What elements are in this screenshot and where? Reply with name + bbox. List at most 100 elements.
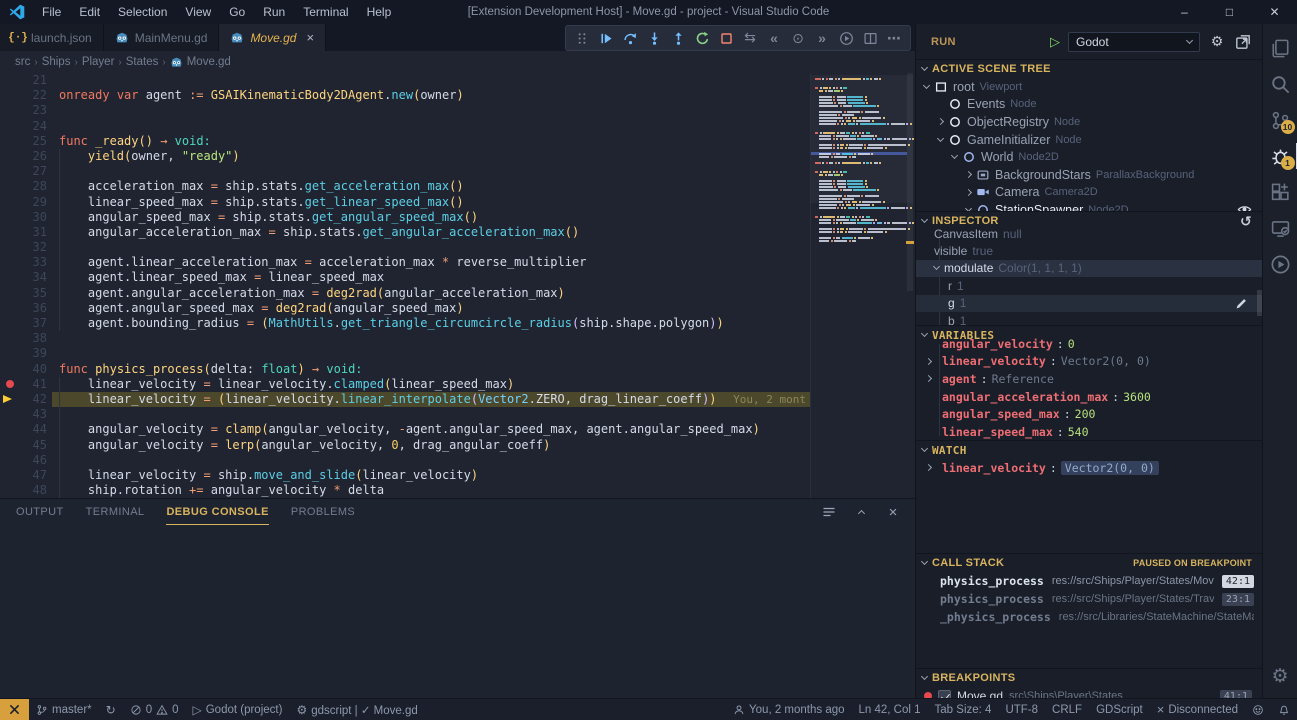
line-number[interactable]: 31: [0, 225, 47, 240]
code-line-21[interactable]: 21: [0, 73, 915, 88]
status-encoding[interactable]: UTF-8: [998, 699, 1045, 720]
breadcrumb-item[interactable]: Move.gd: [187, 56, 231, 68]
inspector-row-visible[interactable]: visibletrue: [916, 242, 1262, 259]
watch-linear_velocity[interactable]: linear_velocity:Vector2(0, 0): [916, 459, 1262, 477]
status-notifications[interactable]: [1271, 699, 1297, 720]
record-icon[interactable]: ⊙: [786, 27, 810, 49]
code-line-23[interactable]: 23: [0, 103, 915, 118]
chevron-down-icon[interactable]: [923, 82, 930, 89]
line-number[interactable]: 26: [0, 149, 47, 164]
code-line-26[interactable]: 26yield(owner, "ready"): [0, 149, 915, 164]
status-eol[interactable]: CRLF: [1045, 699, 1089, 720]
chevron-right-icon[interactable]: [926, 359, 938, 364]
stop-icon[interactable]: [714, 27, 738, 49]
pencil-icon[interactable]: [1235, 297, 1248, 313]
status-git-branch[interactable]: master*: [29, 699, 99, 720]
menu-help[interactable]: Help: [358, 0, 401, 24]
line-number[interactable]: 29: [0, 195, 47, 210]
activity-remote[interactable]: [1263, 210, 1297, 246]
scene-node-root[interactable]: rootViewport: [916, 78, 1262, 96]
code-line-46[interactable]: 46: [0, 453, 915, 468]
split-editor-icon[interactable]: [858, 27, 882, 49]
step-out-icon[interactable]: [666, 27, 690, 49]
line-number[interactable]: 33: [0, 255, 47, 270]
variable-agent[interactable]: agent:Reference: [916, 370, 1262, 388]
menu-terminal[interactable]: Terminal: [294, 0, 357, 24]
line-number[interactable]: 34: [0, 270, 47, 285]
inspector-row-r[interactable]: r1: [916, 277, 1262, 294]
chevron-down-icon[interactable]: [933, 263, 940, 270]
status-git-blame[interactable]: You, 2 months ago: [726, 699, 851, 720]
inspector-row-b[interactable]: b1: [916, 312, 1262, 325]
line-number[interactable]: 28: [0, 179, 47, 194]
variable-angular_velocity[interactable]: angular_velocity:0: [916, 335, 1262, 353]
editor-scrollbar[interactable]: [905, 73, 915, 498]
line-number[interactable]: 43: [0, 407, 47, 422]
line-number[interactable]: 27: [0, 164, 47, 179]
line-number[interactable]: 37: [0, 316, 47, 331]
scene-node-gameinitializer[interactable]: GameInitializerNode: [916, 131, 1262, 149]
chevron-down-icon[interactable]: [951, 152, 958, 159]
code-line-48[interactable]: 48ship.rotation += angular_velocity * de…: [0, 483, 915, 498]
variable-linear_velocity[interactable]: linear_velocity:Vector2(0, 0): [916, 353, 1262, 371]
code-line-28[interactable]: 28acceleration_max = ship.stats.get_acce…: [0, 179, 915, 194]
activity-play-circle[interactable]: [1263, 246, 1297, 282]
code-line-34[interactable]: 34agent.linear_speed_max = linear_speed_…: [0, 270, 915, 285]
step-over-icon[interactable]: [618, 27, 642, 49]
line-number[interactable]: 38: [0, 331, 47, 346]
line-number[interactable]: 46: [0, 453, 47, 468]
chevron-right-icon[interactable]: [937, 118, 944, 125]
continue-icon[interactable]: [594, 27, 618, 49]
activity-files[interactable]: [1263, 30, 1297, 66]
activity-search[interactable]: [1263, 66, 1297, 102]
variable-linear_speed_max[interactable]: linear_speed_max:540: [916, 423, 1262, 440]
close-panel-icon[interactable]: ×: [885, 504, 901, 520]
code-line-39[interactable]: 39: [0, 346, 915, 361]
menu-edit[interactable]: Edit: [70, 0, 109, 24]
eye-icon[interactable]: [1237, 202, 1252, 211]
code-line-40[interactable]: 40func physics_process(delta: float) → v…: [0, 362, 915, 377]
inspector-row-modulate[interactable]: modulateColor(1, 1, 1, 1): [916, 260, 1262, 277]
close-icon[interactable]: ✕: [1252, 0, 1297, 24]
more-icon[interactable]: ⋯: [882, 27, 906, 49]
line-number[interactable]: 35: [0, 286, 47, 301]
breadcrumb-item[interactable]: States: [126, 56, 159, 68]
breadcrumb[interactable]: src›Ships›Player›States›Move.gd: [0, 51, 915, 73]
breakpoints-header[interactable]: BREAKPOINTS: [916, 669, 1262, 687]
status-godot-language[interactable]: ⚙gdscript | ✓ Move.gd: [289, 699, 424, 720]
scene-node-camera[interactable]: CameraCamera2D: [916, 184, 1262, 202]
code-line-24[interactable]: 24: [0, 119, 915, 134]
menu-go[interactable]: Go: [220, 0, 254, 24]
restart-icon[interactable]: [690, 27, 714, 49]
line-number[interactable]: 39: [0, 346, 47, 361]
inspector-row-canvasitem[interactable]: CanvasItemnull: [916, 225, 1262, 242]
scene-node-objectregistry[interactable]: ObjectRegistryNode: [916, 113, 1262, 131]
breadcrumb-item[interactable]: Player: [82, 56, 115, 68]
code-line-37[interactable]: 37agent.bounding_radius = (MathUtils.get…: [0, 316, 915, 331]
status-problems[interactable]: 00: [123, 699, 186, 720]
inspector-row-g[interactable]: g1: [916, 295, 1262, 312]
line-number[interactable]: 47: [0, 468, 47, 483]
scene-node-backgroundstars[interactable]: BackgroundStarsParallaxBackground: [916, 166, 1262, 184]
activity-source-control[interactable]: 10: [1263, 102, 1297, 138]
chevron-right-icon[interactable]: [926, 376, 938, 381]
code-line-41[interactable]: 41linear_velocity = linear_velocity.clam…: [0, 377, 915, 392]
activity-settings[interactable]: ⚙: [1263, 658, 1297, 694]
panel-tab-problems[interactable]: PROBLEMS: [291, 500, 355, 524]
maximize-icon[interactable]: □: [1207, 0, 1252, 24]
step-into-icon[interactable]: [642, 27, 666, 49]
scene-node-events[interactable]: EventsNode: [916, 96, 1262, 114]
line-number[interactable]: 23: [0, 103, 47, 118]
breadcrumb-item[interactable]: Ships: [42, 56, 71, 68]
code-line-33[interactable]: 33agent.linear_acceleration_max = accele…: [0, 255, 915, 270]
forward-icon[interactable]: »: [810, 27, 834, 49]
line-number[interactable]: 45: [0, 438, 47, 453]
line-number[interactable]: 36: [0, 301, 47, 316]
stack-frame-2[interactable]: _physics_processres://src/Libraries/Stat…: [916, 608, 1262, 626]
maximize-panel-icon[interactable]: [853, 504, 869, 520]
panel-tab-debug-console[interactable]: DEBUG CONSOLE: [166, 500, 268, 525]
tab-move-gd[interactable]: Move.gd×: [219, 24, 326, 51]
chevron-right-icon[interactable]: [965, 171, 972, 178]
vscode-logo-icon[interactable]: [9, 4, 25, 20]
line-number[interactable]: 44: [0, 422, 47, 437]
